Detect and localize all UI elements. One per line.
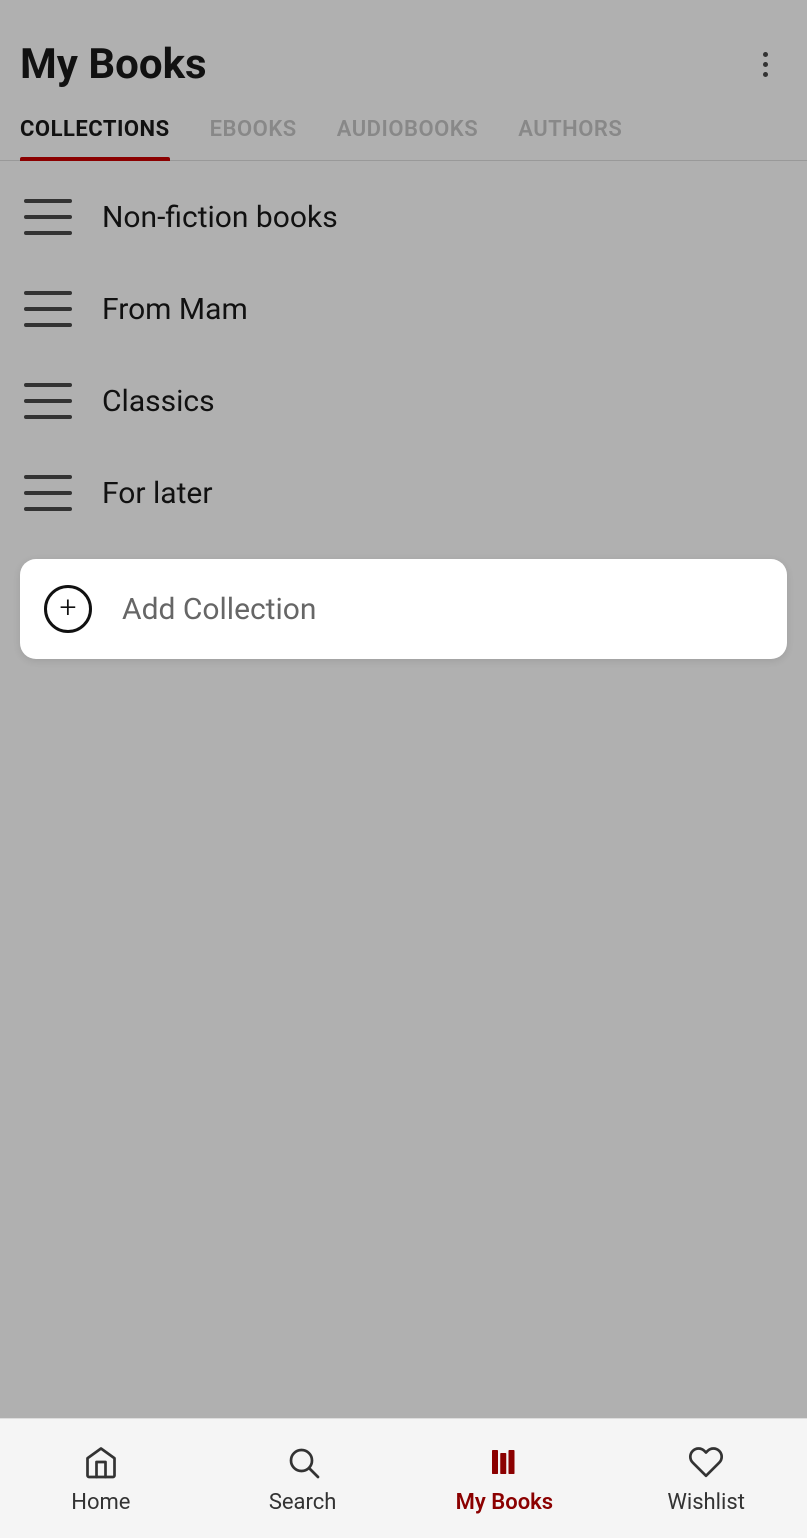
my-books-icon [484,1442,524,1482]
list-item[interactable]: From Mam [0,263,807,355]
tab-authors[interactable]: AUTHORS [518,99,622,160]
add-collection-label: Add Collection [122,592,316,627]
nav-search[interactable]: Search [202,1442,404,1515]
collections-list: Non-fiction books From Mam Classics For … [0,161,807,549]
wishlist-icon [686,1442,726,1482]
bottom-navigation: Home Search My Books Wishlist [0,1418,807,1538]
app-header: My Books [0,0,807,99]
list-item[interactable]: Classics [0,355,807,447]
home-icon [81,1442,121,1482]
tab-bar: COLLECTIONS EBOOKS AUDIOBOOKS AUTHORS [0,99,807,161]
tab-audiobooks[interactable]: AUDIOBOOKS [337,99,478,160]
nav-home-label: Home [71,1490,130,1515]
search-icon [283,1442,323,1482]
more-options-button[interactable] [743,43,787,87]
page-title: My Books [20,40,207,89]
collection-name: Classics [102,384,215,419]
nav-search-label: Search [269,1490,337,1515]
reorder-icon [24,291,72,327]
reorder-icon [24,475,72,511]
nav-wishlist[interactable]: Wishlist [605,1442,807,1515]
list-item[interactable]: Non-fiction books [0,171,807,263]
collection-name: Non-fiction books [102,200,338,235]
collection-name: From Mam [102,292,248,327]
add-collection-button[interactable]: Add Collection [20,559,787,659]
tab-collections[interactable]: COLLECTIONS [20,99,170,160]
nav-home[interactable]: Home [0,1442,202,1515]
nav-my-books-label: My Books [456,1490,553,1515]
tab-ebooks[interactable]: EBOOKS [210,99,297,160]
reorder-icon [24,199,72,235]
three-dots-icon [763,52,768,77]
nav-my-books[interactable]: My Books [404,1442,606,1515]
reorder-icon [24,383,72,419]
list-item[interactable]: For later [0,447,807,539]
collection-name: For later [102,476,213,511]
nav-wishlist-label: Wishlist [667,1490,745,1515]
add-circle-icon [44,585,92,633]
